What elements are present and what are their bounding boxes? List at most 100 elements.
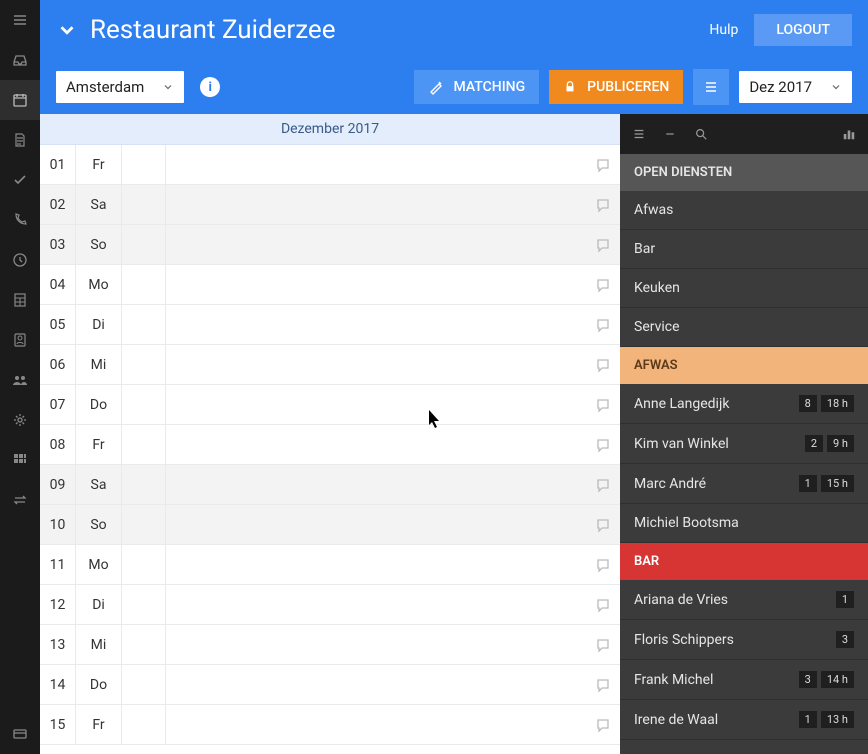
location-dropdown[interactable]: Amsterdam	[56, 71, 184, 103]
person-item[interactable]: Floris Schippers3	[620, 620, 868, 660]
date-dropdown[interactable]: Dez 2017	[739, 71, 852, 103]
hours-badge: 15 h	[821, 475, 854, 492]
person-name: Frank Michel	[634, 672, 795, 688]
day-name: Fr	[76, 705, 122, 744]
gear-icon[interactable]	[0, 400, 40, 440]
phone-icon[interactable]	[0, 200, 40, 240]
calendar-row[interactable]: 01Fr	[40, 145, 620, 185]
calendar-row[interactable]: 05Di	[40, 305, 620, 345]
calculator-icon[interactable]	[0, 280, 40, 320]
day-name: Mi	[76, 625, 122, 664]
open-shift-item[interactable]: Bar	[620, 230, 868, 269]
person-item[interactable]: Kim van Winkel29 h	[620, 424, 868, 464]
note-icon[interactable]	[586, 197, 620, 213]
person-item[interactable]: Ariana de Vries1	[620, 580, 868, 620]
shift-name: Service	[634, 319, 854, 335]
card-icon[interactable]	[0, 714, 40, 754]
topbar: Restaurant Zuiderzee Hulp LOGOUT	[40, 0, 868, 60]
note-icon[interactable]	[586, 477, 620, 493]
note-icon[interactable]	[586, 637, 620, 653]
open-shift-item[interactable]: Afwas	[620, 191, 868, 230]
note-icon[interactable]	[586, 357, 620, 373]
calendar-row[interactable]: 14Do	[40, 665, 620, 705]
person-item[interactable]: Frank Michel314 h	[620, 660, 868, 700]
person-name: Marc André	[634, 476, 795, 492]
calendar-row[interactable]: 03So	[40, 225, 620, 265]
info-icon[interactable]: i	[200, 77, 220, 97]
chart-icon[interactable]	[842, 127, 856, 141]
calendar-row[interactable]: 09Sa	[40, 465, 620, 505]
section-header-afwas[interactable]: AFWAS	[620, 347, 868, 384]
note-icon[interactable]	[586, 557, 620, 573]
clock-icon[interactable]	[0, 240, 40, 280]
publish-button[interactable]: PUBLICEREN	[549, 70, 683, 104]
note-icon[interactable]	[586, 677, 620, 693]
day-name: Sa	[76, 185, 122, 224]
note-icon[interactable]	[586, 317, 620, 333]
calendar-row[interactable]: 08Fr	[40, 425, 620, 465]
side-panel-toolbar	[620, 114, 868, 154]
person-item[interactable]: Michiel Bootsma	[620, 504, 868, 543]
logout-button[interactable]: LOGOUT	[754, 14, 852, 46]
person-item[interactable]: Irene de Waal113 h	[620, 700, 868, 740]
month-header: Dezember 2017	[40, 114, 620, 145]
calendar-row[interactable]: 10So	[40, 505, 620, 545]
day-number: 12	[40, 585, 76, 624]
note-icon[interactable]	[586, 277, 620, 293]
inbox-icon[interactable]	[0, 40, 40, 80]
person-name: Kim van Winkel	[634, 436, 801, 452]
contact-icon[interactable]	[0, 320, 40, 360]
person-item[interactable]: Anne Langedijk818 h	[620, 384, 868, 424]
count-badge: 3	[799, 671, 817, 688]
day-number: 08	[40, 425, 76, 464]
view-list-icon[interactable]	[693, 69, 729, 105]
note-icon[interactable]	[586, 717, 620, 733]
calendar-row[interactable]: 06Mi	[40, 345, 620, 385]
toolbar: Amsterdam i MATCHING PUBLICEREN Dez 2017	[40, 60, 868, 114]
calendar-row[interactable]: 15Fr	[40, 705, 620, 745]
chevron-down-icon	[162, 81, 174, 93]
menu-icon[interactable]	[0, 0, 40, 40]
matching-button[interactable]: MATCHING	[414, 70, 540, 104]
count-badge: 1	[799, 711, 817, 728]
person-item[interactable]: Marc André115 h	[620, 464, 868, 504]
open-shift-item[interactable]: Keuken	[620, 269, 868, 308]
check-icon[interactable]	[0, 160, 40, 200]
day-number: 05	[40, 305, 76, 344]
note-icon[interactable]	[586, 597, 620, 613]
section-header-bar[interactable]: BAR	[620, 543, 868, 580]
chevron-down-icon[interactable]	[56, 19, 78, 41]
search-icon[interactable]	[694, 127, 708, 141]
calendar: Dezember 2017 01Fr02Sa03So04Mo05Di06Mi07…	[40, 114, 620, 754]
day-number: 07	[40, 385, 76, 424]
group-icon[interactable]	[0, 360, 40, 400]
calendar-row[interactable]: 07Do	[40, 385, 620, 425]
day-number: 04	[40, 265, 76, 304]
note-icon[interactable]	[586, 437, 620, 453]
list-icon[interactable]	[632, 127, 646, 141]
calendar-icon[interactable]	[0, 80, 40, 120]
help-link[interactable]: Hulp	[709, 22, 738, 38]
calendar-row[interactable]: 04Mo	[40, 265, 620, 305]
note-icon[interactable]	[586, 157, 620, 173]
note-icon[interactable]	[586, 397, 620, 413]
day-number: 01	[40, 145, 76, 184]
day-name: Fr	[76, 145, 122, 184]
calendar-row[interactable]: 02Sa	[40, 185, 620, 225]
left-nav	[0, 0, 40, 754]
document-icon[interactable]	[0, 120, 40, 160]
grid-icon[interactable]	[0, 440, 40, 480]
day-number: 06	[40, 345, 76, 384]
transfer-icon[interactable]	[0, 480, 40, 520]
calendar-row[interactable]: 11Mo	[40, 545, 620, 585]
note-icon[interactable]	[586, 517, 620, 533]
open-shift-item[interactable]: Service	[620, 308, 868, 347]
calendar-row[interactable]: 13Mi	[40, 625, 620, 665]
day-name: Do	[76, 385, 122, 424]
day-name: Mo	[76, 545, 122, 584]
calendar-row[interactable]: 12Di	[40, 585, 620, 625]
day-name: So	[76, 505, 122, 544]
note-icon[interactable]	[586, 237, 620, 253]
shift-name: Keuken	[634, 280, 854, 296]
minus-icon[interactable]	[664, 128, 676, 140]
